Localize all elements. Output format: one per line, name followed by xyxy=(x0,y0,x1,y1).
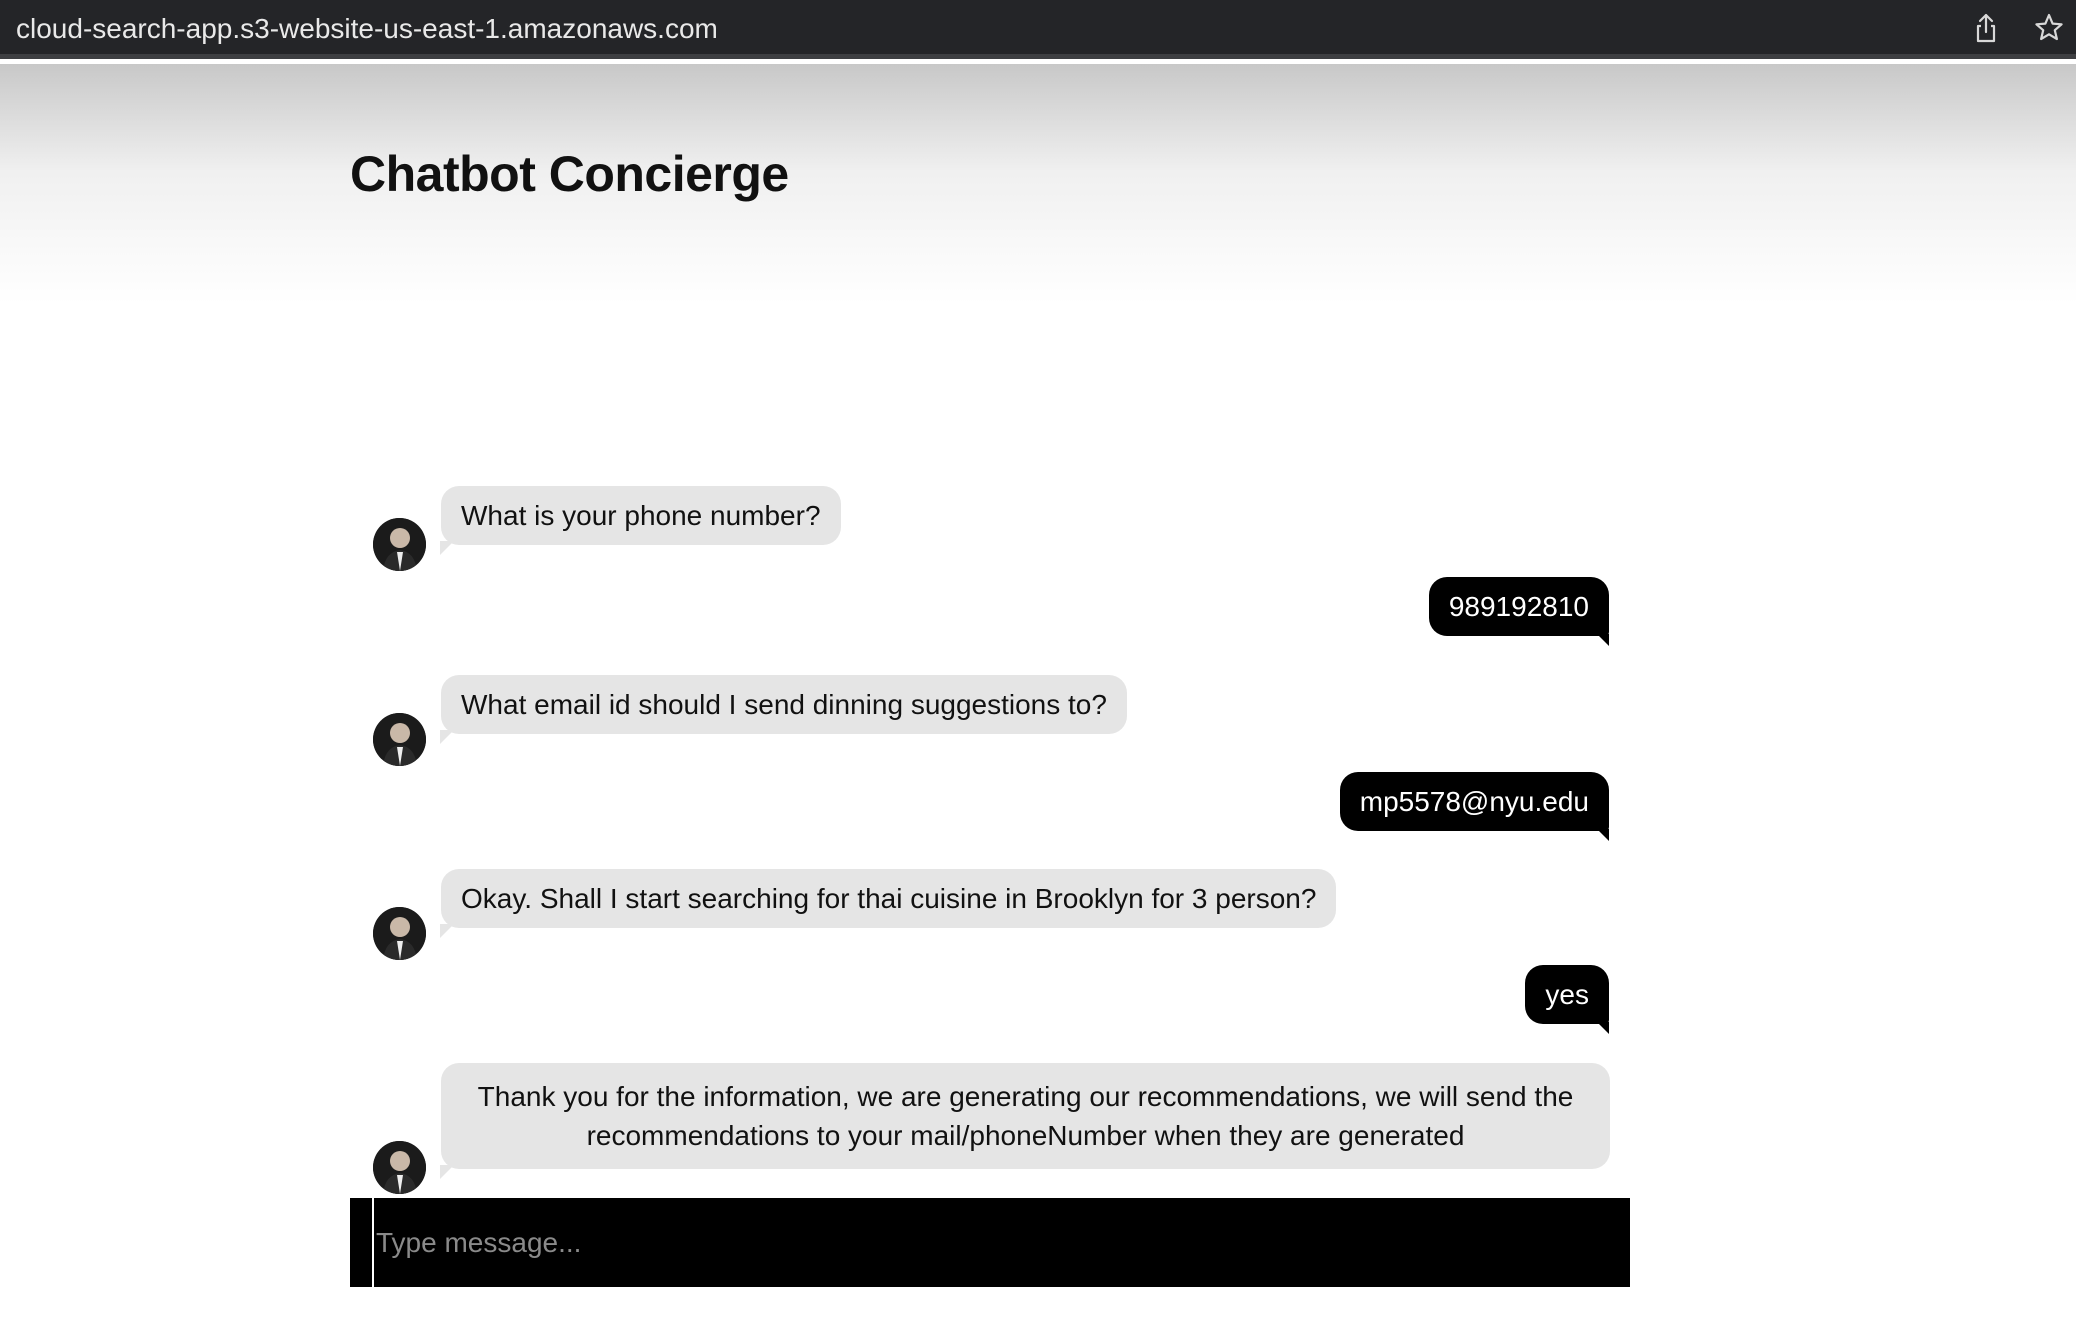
user-message: mp5578@nyu.edu xyxy=(1339,772,1610,841)
bot-avatar xyxy=(373,1141,426,1194)
chat-window: What is your phone number? 989192810 Wha… xyxy=(0,0,2076,1338)
bot-avatar xyxy=(373,713,426,766)
bot-avatar xyxy=(373,907,426,960)
user-message: 989192810 xyxy=(1428,577,1610,646)
bot-message: Okay. Shall I start searching for thai c… xyxy=(439,869,1337,938)
bot-message: What email id should I send dinning sugg… xyxy=(440,675,1127,744)
bot-avatar xyxy=(373,518,426,571)
user-message: yes xyxy=(1525,965,1609,1034)
bot-message: What is your phone number? xyxy=(440,486,841,555)
bot-message: Thank you for the information, we are ge… xyxy=(440,1063,1610,1179)
message-composer xyxy=(350,1198,1630,1287)
message-input[interactable] xyxy=(372,1198,1602,1287)
